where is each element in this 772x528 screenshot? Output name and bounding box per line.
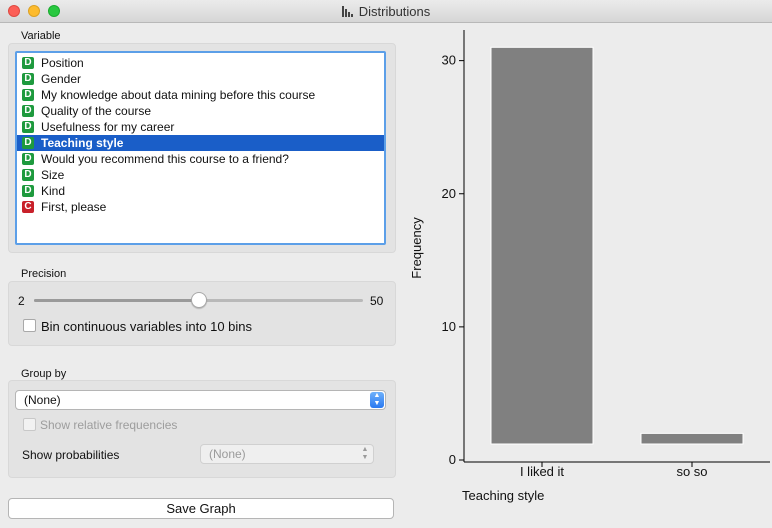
y-tick-label: 30 [442,53,456,68]
discrete-variable-icon: D [22,185,34,197]
histogram-icon [341,5,353,17]
relative-frequencies-label: Show relative frequencies [40,418,178,432]
variable-item-label: Would you recommend this course to a fri… [41,152,289,166]
variable-list[interactable]: D Position D Gender D My knowledge about data… [15,51,386,245]
y-tick-label: 0 [449,452,456,467]
updown-arrows-icon: ▲ ▼ [361,446,369,461]
variable-item-label: First, please [41,200,107,214]
discrete-variable-icon: D [22,73,34,85]
continuous-variable-icon: C [22,201,34,213]
show-probabilities-combo[interactable]: (None) ▲ ▼ [200,444,374,464]
group-by-value: (None) [24,393,61,407]
variable-item[interactable]: D Position [17,55,384,71]
variable-item-label: Gender [41,72,82,86]
precision-slider-fill [34,299,199,302]
title-bar: Distributions [0,0,772,23]
variable-item[interactable]: D Would you recommend this course to a fr… [17,151,384,167]
variable-item[interactable]: D Kind [17,183,384,199]
y-tick-label: 20 [442,186,456,201]
show-probabilities-value: (None) [209,447,246,461]
show-probabilities-label: Show probabilities [22,448,120,462]
discrete-variable-icon: D [22,153,34,165]
discrete-variable-icon: D [22,57,34,69]
variable-item[interactable]: D My knowledge about data mining before t… [17,87,384,103]
variable-item[interactable]: D Size [17,167,384,183]
precision-group-label: Precision [21,268,67,280]
discrete-variable-icon: D [22,121,34,133]
x-tick-label: I liked it [520,464,564,479]
updown-arrows-icon: ▲ ▼ [370,392,384,408]
group-by-label: Group by [21,368,67,380]
variable-item-label: Kind [41,184,66,198]
variable-item-label: Teaching style [41,136,124,150]
variable-item[interactable]: D Teaching style [17,135,384,151]
relative-frequencies-checkbox[interactable] [23,418,36,431]
variable-item-label: Quality of the course [41,104,152,118]
variable-item-label: My knowledge about data mining before th… [41,88,316,102]
y-tick-label: 10 [442,319,456,334]
save-graph-button[interactable]: Save Graph [8,498,394,519]
variable-item-label: Size [41,168,65,182]
y-axis-title: Frequency [409,217,424,279]
x-axis-title: Teaching style [462,488,544,503]
precision-max-label: 50 [370,294,384,308]
discrete-variable-icon: D [22,105,34,117]
bin-continuous-label: Bin continuous variables into 10 bins [41,319,253,334]
x-tick-label: so so [676,464,707,479]
variable-item-label: Usefulness for my career [41,120,175,134]
discrete-variable-icon: D [22,169,34,181]
bin-continuous-checkbox[interactable] [23,319,36,332]
precision-panel [8,281,396,346]
variable-item[interactable]: C First, please [17,199,384,215]
variable-item-label: Position [41,56,84,70]
variable-item[interactable]: D Quality of the course [17,103,384,119]
precision-slider-handle[interactable] [190,292,207,308]
precision-min-label: 2 [18,294,25,308]
variable-group-label: Variable [21,30,61,42]
variable-item[interactable]: D Gender [17,71,384,87]
discrete-variable-icon: D [22,89,34,101]
window-title: Distributions [358,3,431,19]
distribution-chart: 0 10 20 30 I liked it so so Teaching style Freq… [409,30,770,503]
variable-item[interactable]: D Usefulness for my career [17,119,384,135]
bar [640,432,744,445]
discrete-variable-icon: D [22,137,34,149]
group-by-combo[interactable]: (None) ▲ ▼ [15,390,386,410]
bar [490,46,594,445]
